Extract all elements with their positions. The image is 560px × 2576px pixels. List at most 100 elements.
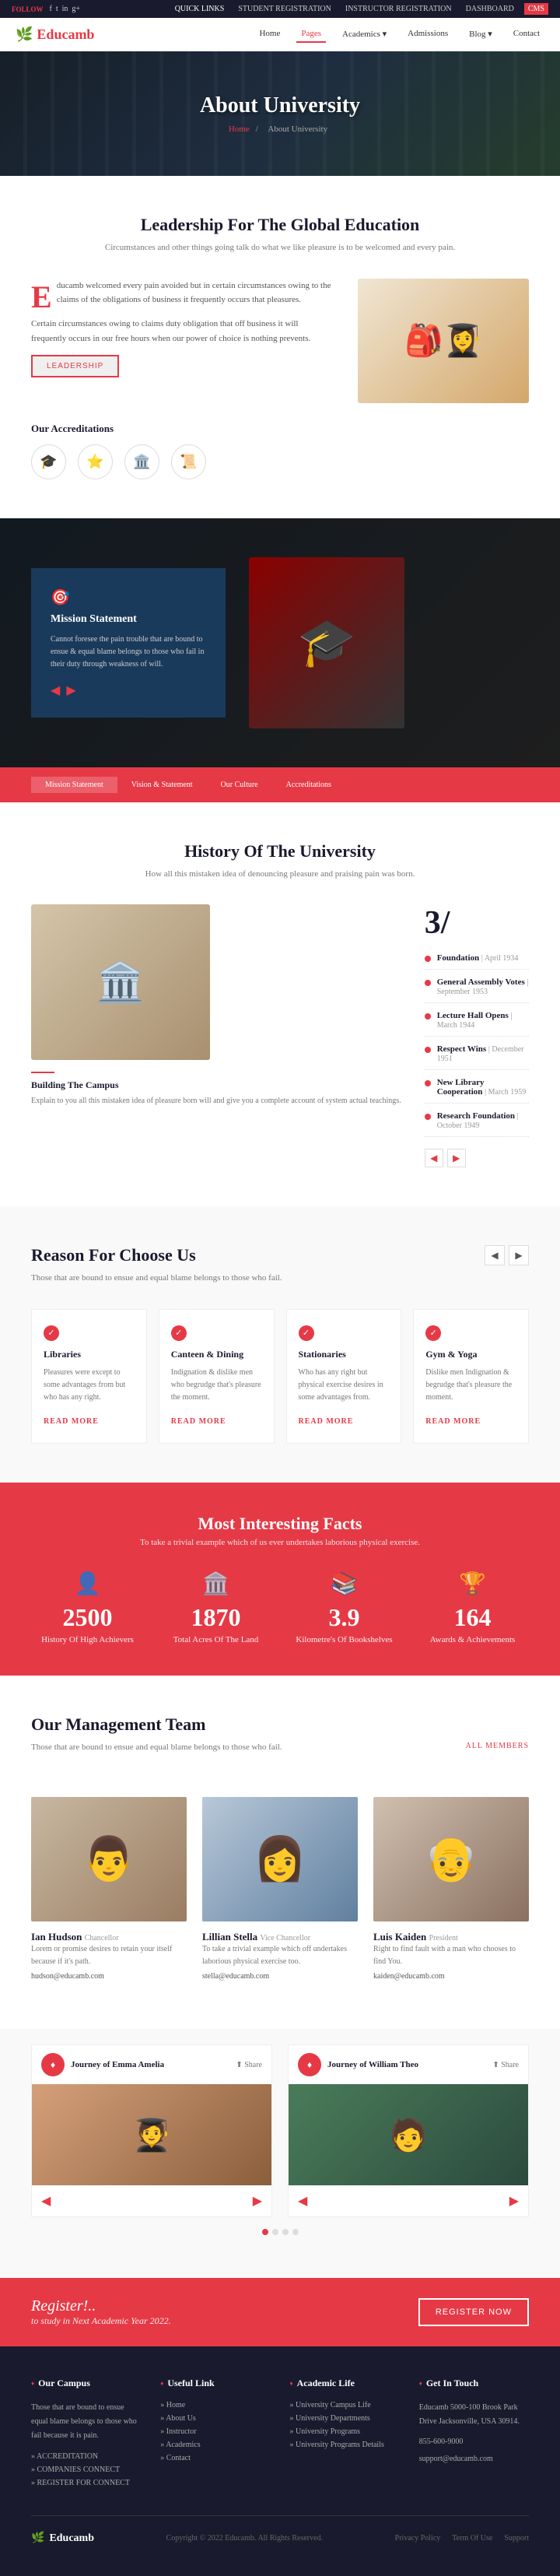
journey-img-william: 🧑 bbox=[289, 2084, 528, 2185]
reason-cards-grid: ✓ Libraries Pleasures were except to som… bbox=[31, 1309, 529, 1444]
fact-number-books: 3.9 bbox=[288, 1603, 401, 1632]
quicklinks-btn[interactable]: QUICK LINKS bbox=[171, 3, 229, 15]
all-members-link[interactable]: ALL MEMBERS bbox=[466, 1742, 529, 1750]
footer-email: support@educamb.com bbox=[419, 2452, 529, 2466]
journey-next-emma[interactable]: ▶ bbox=[253, 2193, 262, 2209]
reason-next-btn[interactable]: ▶ bbox=[509, 1245, 529, 1265]
footer-link-home[interactable]: » Home bbox=[160, 2401, 270, 2409]
check-icon-4: ✓ bbox=[425, 1325, 441, 1341]
nav-item-home[interactable]: Home bbox=[254, 26, 285, 43]
card-link-libraries[interactable]: READ MORE bbox=[44, 1417, 99, 1426]
footer-link-accred[interactable]: » ACCREDITATION bbox=[31, 2452, 141, 2461]
history-prev-btn[interactable]: ◀ bbox=[425, 1149, 443, 1167]
logo-icon: 🌿 bbox=[16, 26, 33, 43]
building-text: Explain to you all this mistaken idea of… bbox=[31, 1095, 401, 1107]
fact-number-achievers: 2500 bbox=[31, 1603, 144, 1632]
footer-link-register[interactable]: » REGISTER FOR CONNECT bbox=[31, 2479, 141, 2487]
journey-section: ♦ Journey of Emma Amelia ⬆ Share 🧑‍🎓 ◀ ▶… bbox=[0, 2029, 560, 2278]
history-subtitle: How all this mistaken idea of denouncing… bbox=[31, 868, 529, 882]
instructor-reg-link[interactable]: INSTRUCTOR REGISTRATION bbox=[341, 3, 456, 15]
nav-item-academics[interactable]: Academics ▾ bbox=[338, 26, 391, 43]
mission-next-btn[interactable]: ▶ bbox=[66, 683, 75, 698]
support-link[interactable]: Support bbox=[504, 2534, 529, 2543]
logo-text: Educamb bbox=[37, 26, 94, 43]
footer-link-academics[interactable]: » Academics bbox=[160, 2441, 270, 2449]
card-link-stationaries[interactable]: READ MORE bbox=[299, 1417, 354, 1426]
register-main-text: Register!.. to study in Next Academic Ye… bbox=[31, 2297, 171, 2327]
footer-link-contact[interactable]: » Contact bbox=[160, 2454, 270, 2462]
fact-item-books: 📚 3.9 Kilometre's Of Bookshelves bbox=[288, 1571, 401, 1644]
team-name-lillian: Lillian Stella Vice Chancellor bbox=[202, 1931, 358, 1943]
dot-3[interactable] bbox=[282, 2229, 289, 2235]
journey-next-william[interactable]: ▶ bbox=[509, 2193, 519, 2209]
fact-number-awards: 164 bbox=[416, 1603, 529, 1632]
footer-link-departments[interactable]: » University Departments bbox=[290, 2414, 400, 2423]
nav-item-pages[interactable]: Pages bbox=[296, 26, 326, 43]
student-reg-link[interactable]: STUDENT REGISTRATION bbox=[234, 3, 335, 15]
site-logo[interactable]: 🌿 Educamb bbox=[16, 26, 94, 43]
journey-prev-william[interactable]: ◀ bbox=[298, 2193, 307, 2209]
accred-badge-2: ⭐ bbox=[78, 444, 113, 479]
footer-link-about[interactable]: » About Us bbox=[160, 2414, 270, 2423]
card-link-gym[interactable]: READ MORE bbox=[425, 1417, 481, 1426]
footer-logo[interactable]: 🌿 Educamb bbox=[31, 2532, 94, 2545]
footer-link-instructor[interactable]: » Instructor bbox=[160, 2427, 270, 2436]
history-item-content-4: Respect Wins | December 1951 bbox=[437, 1044, 529, 1063]
terms-link[interactable]: Term Of Use bbox=[452, 2534, 492, 2543]
journey-nav-dots bbox=[31, 2217, 529, 2247]
fact-icon-books: 📚 bbox=[288, 1571, 401, 1597]
register-now-button[interactable]: REGISTER NOW bbox=[418, 2298, 529, 2326]
footer-useful-links: » Home » About Us » Instructor » Academi… bbox=[160, 2401, 270, 2462]
team-name-luis: Luis Kaiden President bbox=[373, 1931, 529, 1943]
facebook-icon[interactable]: f bbox=[50, 5, 52, 13]
mission-tab-accred[interactable]: Accreditations bbox=[272, 777, 345, 793]
dot-1[interactable] bbox=[262, 2229, 268, 2235]
leadership-button[interactable]: LEADERSHIP bbox=[31, 355, 119, 377]
mission-prev-btn[interactable]: ◀ bbox=[51, 683, 60, 698]
linkedin-icon[interactable]: in bbox=[62, 5, 68, 13]
breadcrumb-home[interactable]: Home bbox=[229, 125, 250, 134]
team-img-ian: 👨 bbox=[31, 1797, 187, 1921]
nav-item-blog[interactable]: Blog ▾ bbox=[464, 26, 497, 43]
google-icon[interactable]: g+ bbox=[72, 5, 80, 13]
history-item-content: Foundation | April 1934 bbox=[437, 953, 519, 963]
card-text-gym: Dislike men Indignation & begrudge that'… bbox=[425, 1367, 516, 1404]
footer-col-campus: Our Campus Those that are bound to ensue… bbox=[31, 2378, 141, 2492]
footer: Our Campus Those that are bound to ensue… bbox=[0, 2346, 560, 2576]
history-item-content-5: New Library Cooperation | March 1959 bbox=[437, 1078, 529, 1097]
nav-item-contact[interactable]: Contact bbox=[509, 26, 544, 43]
dot-2[interactable] bbox=[272, 2229, 278, 2235]
mission-tab-vision[interactable]: Vision & Statement bbox=[117, 777, 207, 793]
journey-share-emma[interactable]: ⬆ Share bbox=[236, 2061, 262, 2069]
history-image: 🏛️ bbox=[31, 904, 210, 1060]
reason-prev-btn[interactable]: ◀ bbox=[485, 1245, 505, 1265]
nav-item-admissions[interactable]: Admissions bbox=[403, 26, 453, 43]
building-caption: Building The Campus Explain to you all t… bbox=[31, 1072, 401, 1107]
journey-share-william[interactable]: ⬆ Share bbox=[492, 2061, 519, 2069]
reason-subtitle: Those that are bound to ensue and equal … bbox=[31, 1272, 282, 1286]
twitter-icon[interactable]: t bbox=[56, 5, 58, 13]
journey-prev-emma[interactable]: ◀ bbox=[41, 2193, 51, 2209]
mission-tab-statement[interactable]: Mission Statement bbox=[31, 777, 117, 793]
history-next-btn[interactable]: ▶ bbox=[447, 1149, 466, 1167]
footer-useful-title: Useful Link bbox=[160, 2378, 270, 2389]
journey-avatar-emma: ♦ bbox=[41, 2053, 65, 2076]
cms-link[interactable]: CMS bbox=[524, 3, 548, 15]
reason-title: Reason For Choose Us bbox=[31, 1245, 282, 1265]
journey-card-william: ♦ Journey of William Theo ⬆ Share 🧑 ◀ ▶ bbox=[288, 2044, 529, 2217]
footer-link-programs[interactable]: » University Programs bbox=[290, 2427, 400, 2436]
mission-tab-culture[interactable]: Our Culture bbox=[207, 777, 272, 793]
building-title: Building The Campus bbox=[31, 1079, 401, 1091]
history-dot bbox=[425, 956, 431, 962]
fact-item-land: 🏛️ 1870 Total Acres Of The Land bbox=[159, 1571, 272, 1644]
privacy-policy-link[interactable]: Privacy Policy bbox=[395, 2534, 441, 2543]
history-navigation: ◀ ▶ bbox=[425, 1149, 529, 1167]
reason-card-gym: ✓ Gym & Yoga Dislike men Indignation & b… bbox=[413, 1309, 529, 1444]
footer-link-programs-details[interactable]: » University Programs Details bbox=[290, 2441, 400, 2449]
footer-link-campus-life[interactable]: » University Campus Life bbox=[290, 2401, 400, 2409]
dashboard-link[interactable]: DASHBOARD bbox=[462, 3, 518, 15]
dot-4[interactable] bbox=[292, 2229, 299, 2235]
card-link-canteen[interactable]: READ MORE bbox=[171, 1417, 226, 1426]
footer-link-companies[interactable]: » COMPANIES CONNECT bbox=[31, 2465, 141, 2474]
leadership-text-block: E ducamb welcomed every pain avoided but… bbox=[31, 279, 334, 403]
